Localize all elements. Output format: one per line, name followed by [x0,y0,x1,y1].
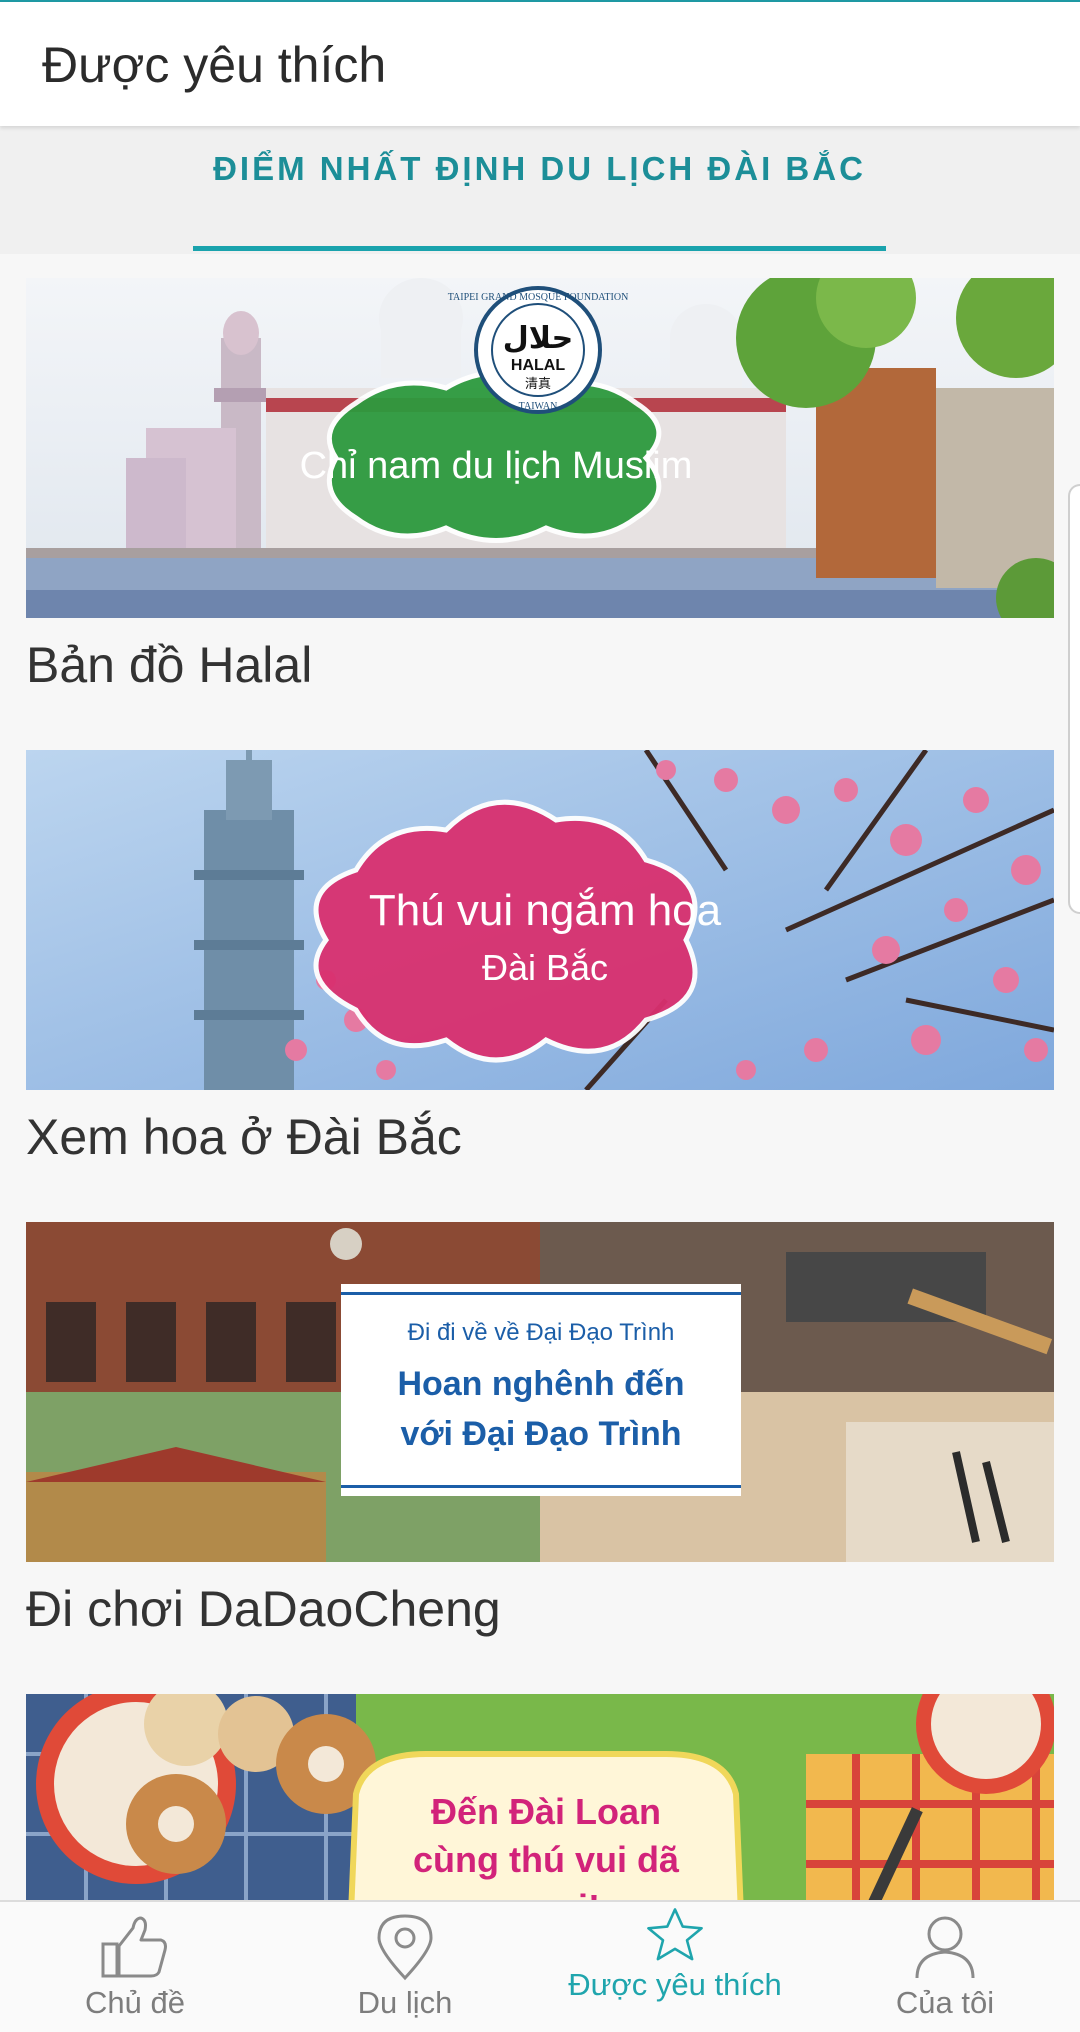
dadaocheng-banner-line2: với Đại Đạo Trình [400,1415,681,1453]
card-title-flowers: Xem hoa ở Đài Bắc [26,1109,462,1165]
card-halal-map[interactable]: Chỉ nam du lịch Muslim TAIPEI GRAND MOSQ… [26,278,1054,693]
nav-label-travel: Du lịch [357,1985,453,2020]
tab-bar: ĐIỂM NHẤT ĐỊNH DU LỊCH ĐÀI BẮC [0,126,1080,254]
halal-seal-bottom-text: TAIWAN [519,401,558,412]
card-image-flowers: Thú vui ngắm hoa Đài Bắc [26,750,1054,1090]
card-title-halal: Bản đồ Halal [26,637,313,693]
nav-item-travel[interactable]: Du lịch [270,1902,540,2032]
halal-seal-arabic: حلال [503,321,573,356]
dadaocheng-banner-line1: Hoan nghênh đến [397,1365,684,1403]
location-pin-icon [377,1914,433,1981]
picnic-banner-line2: cùng thú vui dã [413,1839,680,1880]
nav-label-topics: Chủ đề [85,1985,185,2020]
card-image-halal: Chỉ nam du lịch Muslim TAIPEI GRAND MOSQ… [26,278,1054,618]
flower-banner-line1: Thú vui ngắm hoa [369,886,722,935]
page-title: Được yêu thích [42,37,387,93]
dadaocheng-banner-small: Đi đi về về Đại Đạo Trình [408,1319,675,1346]
flower-banner-line2: Đài Bắc [482,947,608,988]
nav-item-profile[interactable]: Của tôi [810,1902,1080,2032]
user-icon [915,1916,975,1979]
star-icon [647,1908,703,1961]
card-image-dadaocheng: Đi đi về về Đại Đạo Trình Hoan nghênh đế… [26,1222,1054,1562]
app-screen: Được yêu thích ĐIỂM NHẤT ĐỊNH DU LỊCH ĐÀ… [0,0,1080,2032]
halal-seal-word: HALAL [511,357,565,374]
card-title-dadaocheng: Đi chơi DaDaoCheng [26,1581,501,1637]
card-picnic[interactable]: Đến Đài Loan cùng thú vui dã ngoại! [26,1694,1054,1900]
tab-taipei-must-visit[interactable]: ĐIỂM NHẤT ĐỊNH DU LỊCH ĐÀI BẮC [193,148,886,248]
halal-banner-image: Chỉ nam du lịch Muslim TAIPEI GRAND MOSQ… [26,278,1054,618]
app-bar: Được yêu thích [0,2,1080,126]
bottom-navigation: Chủ đề Du lịch Được yêu thích Của tôi [0,1900,1080,2032]
flower-banner-image: Thú vui ngắm hoa Đài Bắc [26,750,1054,1090]
picnic-banner-image: Đến Đài Loan cùng thú vui dã ngoại! [26,1694,1054,1900]
halal-banner-text: Chỉ nam du lịch Muslim [300,445,693,487]
card-dadaocheng[interactable]: Đi đi về về Đại Đạo Trình Hoan nghênh đế… [26,1222,1054,1637]
dadaocheng-banner-image: Đi đi về về Đại Đạo Trình Hoan nghênh đế… [26,1222,1054,1562]
favorites-feed[interactable]: Chỉ nam du lịch Muslim TAIPEI GRAND MOSQ… [0,254,1080,1900]
halal-seal-chinese: 清真 [525,377,551,392]
side-scroll-handle[interactable] [1068,484,1080,914]
thumbs-up-icon [101,1916,167,1978]
nav-item-favorites[interactable]: Được yêu thích [540,1902,810,2032]
picnic-banner-line3: ngoại! [492,1887,600,1900]
tab-active-indicator [193,246,886,251]
nav-label-profile: Của tôi [895,1985,995,2020]
halal-seal-top-text: TAIPEI GRAND MOSQUE FOUNDATION [448,292,629,303]
card-image-picnic: Đến Đài Loan cùng thú vui dã ngoại! [26,1694,1054,1900]
nav-label-favorites: Được yêu thích [568,1967,782,2002]
picnic-banner-line1: Đến Đài Loan [431,1791,661,1832]
nav-item-topics[interactable]: Chủ đề [0,1902,270,2032]
card-flower-viewing[interactable]: Thú vui ngắm hoa Đài Bắc Xem hoa ở Đài B… [26,750,1054,1165]
